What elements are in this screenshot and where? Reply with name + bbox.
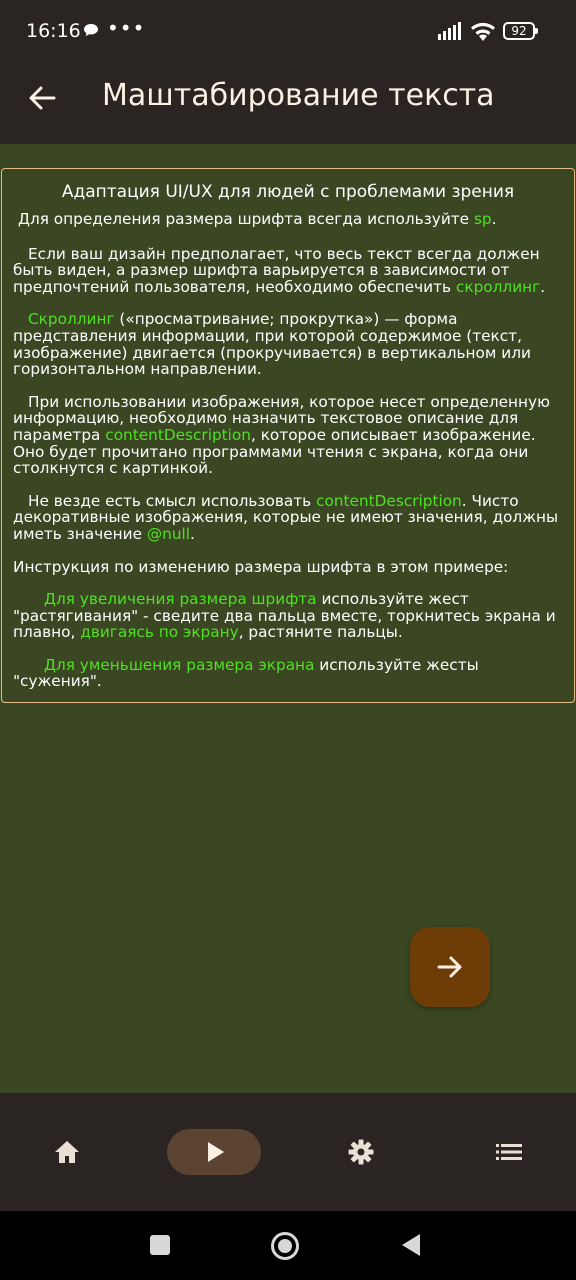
paragraph-sp: Для определения размера шрифта всегда ис…	[18, 210, 497, 228]
battery-level: 92	[511, 24, 527, 38]
back-triangle-icon[interactable]	[398, 1231, 424, 1259]
paragraph-scrolling-definition: Скроллинг («просматривание; прокрутка») …	[13, 310, 531, 379]
nav-home[interactable]	[20, 1129, 114, 1175]
nav-settings[interactable]	[314, 1129, 408, 1175]
paragraph-content-description: При использовании изображения, которое н…	[13, 392, 550, 478]
bottom-navigation	[0, 1093, 576, 1211]
page-title: Маштабирование текста	[102, 78, 495, 113]
system-navigation-bar	[0, 1211, 576, 1280]
battery-indicator: 92	[503, 22, 538, 40]
nav-play[interactable]	[167, 1129, 261, 1175]
notification-bubble-icon	[84, 24, 98, 36]
paragraph-zoom-in: Для увеличения размера шрифта используйт…	[13, 590, 556, 642]
arrow-forward-icon	[437, 956, 462, 978]
list-icon	[496, 1144, 522, 1160]
paragraph-decorative-images: Не везде есть смысл использовать content…	[13, 491, 559, 543]
recents-square-icon[interactable]	[148, 1231, 172, 1259]
back-arrow-icon[interactable]	[26, 82, 58, 114]
content-card[interactable]: Адаптация UI/UX для людей с проблемами з…	[1, 168, 575, 703]
home-circle-icon[interactable]	[270, 1231, 300, 1261]
status-bar: 16:16 ••• 92	[0, 0, 576, 64]
paragraph-instructions: Инструкция по изменению размера шрифта в…	[13, 557, 509, 576]
nav-list[interactable]	[462, 1129, 556, 1175]
paragraph-zoom-out: Для уменьшения размера экрана используйт…	[13, 655, 479, 691]
settings-icon	[348, 1139, 374, 1165]
play-icon	[208, 1142, 224, 1162]
next-fab-button[interactable]	[410, 927, 490, 1007]
status-time: 16:16	[26, 20, 81, 42]
card-title: Адаптация UI/UX для людей с проблемами з…	[61, 182, 515, 202]
paragraph-scrolling-need: Если ваш дизайн предполагает, что весь т…	[13, 244, 546, 296]
top-app-bar: Маштабирование текста	[0, 64, 576, 144]
home-icon	[55, 1141, 79, 1163]
signal-icon	[438, 22, 461, 40]
status-more-dots: •••	[107, 16, 146, 40]
wifi-icon	[471, 22, 495, 41]
